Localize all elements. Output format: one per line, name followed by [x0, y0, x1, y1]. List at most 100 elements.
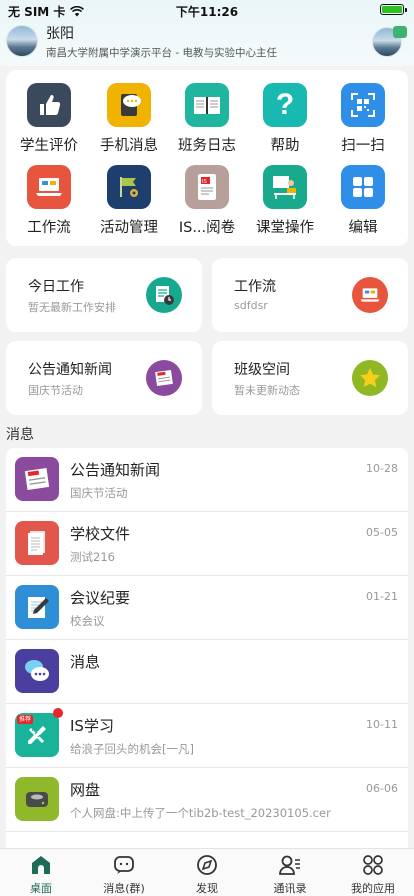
- user-org: 南昌大学附属中学演示平台 - 电教与实验中心主任: [46, 47, 277, 59]
- message-preview: 测试216: [70, 550, 115, 564]
- switch-icon: [393, 26, 407, 38]
- app-is-exam-marking[interactable]: IS IS...阅卷: [168, 165, 246, 245]
- tile-title: 今日工作: [28, 279, 84, 295]
- app-edit[interactable]: 编辑: [324, 165, 402, 245]
- laptop-icon: [27, 165, 71, 209]
- message-date: 06-06: [366, 782, 398, 795]
- message-date: 01-21: [366, 590, 398, 603]
- tab-label: 我的应用: [351, 882, 395, 895]
- message-preview: 给浪子回头的机会[一凡]: [70, 742, 194, 756]
- tile-title: 工作流: [234, 279, 276, 295]
- calendar-clock-icon: [146, 277, 182, 313]
- app-label: 活动管理: [100, 220, 158, 236]
- app-label: 手机消息: [100, 138, 158, 154]
- app-label: 工作流: [27, 220, 71, 236]
- app-label: 编辑: [348, 220, 378, 236]
- tile-workflow[interactable]: 工作流 sdfdsr: [212, 258, 408, 332]
- chat-bubble-icon: [107, 83, 151, 127]
- list-item[interactable]: 公告通知新闻 国庆节活动 10-28: [6, 448, 408, 512]
- list-item[interactable]: 学校文件 测试216 05-05: [6, 512, 408, 576]
- app-label: 扫一扫: [341, 138, 385, 154]
- tile-subtitle: sdfdsr: [234, 299, 268, 312]
- exam-paper-icon: IS: [185, 165, 229, 209]
- question-icon: ?: [263, 83, 307, 127]
- home-icon: [29, 853, 53, 877]
- message-title: 消息: [70, 653, 101, 671]
- tile-class-space[interactable]: 班级空间 暂未更新动态: [212, 341, 408, 415]
- tab-label: 消息(群): [103, 882, 145, 895]
- tab-label: 桌面: [30, 882, 52, 895]
- tile-today-work[interactable]: 今日工作 暂无最新工作安排: [6, 258, 202, 332]
- clock: 下午11:26: [175, 5, 239, 19]
- message-title: 学校文件: [70, 525, 131, 543]
- app-activity-management[interactable]: 活动管理: [90, 165, 168, 245]
- chat-icon: [112, 853, 136, 877]
- svg-text:IS: IS: [202, 179, 207, 185]
- tab-label: 发现: [196, 882, 218, 895]
- news-icon: [146, 360, 182, 396]
- tile-subtitle: 暂无最新工作安排: [28, 301, 116, 314]
- pencil-ruler-icon: 推荐: [15, 713, 59, 757]
- battery-icon: [380, 4, 407, 15]
- app-class-log[interactable]: 班务日志: [168, 83, 246, 163]
- recommend-ribbon: 推荐: [17, 715, 33, 724]
- tile-title: 班级空间: [234, 362, 290, 378]
- teacher-desk-icon: [263, 165, 307, 209]
- tab-messages-group[interactable]: 消息(群): [83, 853, 165, 896]
- messages-section-label: 消息: [6, 427, 34, 443]
- message-preview: 校会议: [70, 614, 105, 628]
- switch-account-avatar[interactable]: [372, 26, 407, 57]
- app-help[interactable]: ? 帮助: [246, 83, 324, 163]
- tab-label: 通讯录: [273, 882, 307, 895]
- status-bar: 无 SIM 卡 下午11:26: [0, 0, 414, 20]
- message-title: 会议纪要: [70, 589, 131, 607]
- laptop-icon: [352, 277, 388, 313]
- message-date: 05-05: [366, 526, 398, 539]
- list-item[interactable]: 会议纪要 校会议 01-21: [6, 576, 408, 640]
- grid-icon: [341, 165, 385, 209]
- flag-gear-icon: [107, 165, 151, 209]
- tab-my-apps[interactable]: 我的应用: [332, 853, 414, 896]
- app-student-evaluation[interactable]: 学生评价: [10, 83, 88, 163]
- list-item[interactable]: 消息: [6, 640, 408, 704]
- tab-bar: 桌面 消息(群) 发现 通讯录 我的应用: [0, 848, 414, 896]
- qr-scan-icon: [341, 83, 385, 127]
- contacts-icon: [278, 853, 302, 877]
- app-workflow[interactable]: 工作流: [10, 165, 88, 245]
- app-label: 班务日志: [178, 138, 236, 154]
- compass-icon: [195, 853, 219, 877]
- list-item[interactable]: 网盘 个人网盘:中上传了一个tib2b-test_20230105.cer 06…: [6, 768, 408, 832]
- tab-discover[interactable]: 发现: [166, 853, 248, 896]
- thumbs-up-icon: [27, 83, 71, 127]
- notepad-pen-icon: [15, 585, 59, 629]
- star-icon: [352, 360, 388, 396]
- user-name: 张阳: [46, 26, 74, 42]
- news-icon: [15, 457, 59, 501]
- app-classroom-operation[interactable]: 课堂操作: [246, 165, 324, 245]
- user-profile[interactable]: 张阳 南昌大学附属中学演示平台 - 电教与实验中心主任: [6, 25, 277, 59]
- apps-icon: [361, 853, 385, 877]
- tile-subtitle: 国庆节活动: [28, 384, 83, 397]
- avatar[interactable]: [6, 25, 38, 57]
- message-date: 10-11: [366, 718, 398, 731]
- list-item[interactable]: 推荐 IS学习 给浪子回头的机会[一凡] 10-11: [6, 704, 408, 768]
- tile-subtitle: 暂未更新动态: [234, 384, 300, 397]
- app-label: IS...阅卷: [178, 220, 236, 236]
- app-grid: 学生评价 手机消息 班务日志 ? 帮助 扫一扫 工作流 活动管理 IS IS..…: [6, 70, 408, 246]
- message-preview: 国庆节活动: [70, 486, 128, 500]
- app-mobile-message[interactable]: 手机消息: [90, 83, 168, 163]
- message-list: 公告通知新闻 国庆节活动 10-28 学校文件 测试216 05-05 会议纪要…: [6, 448, 408, 848]
- document-icon: [15, 521, 59, 565]
- tile-title: 公告通知新闻: [28, 362, 112, 378]
- message-title: 网盘: [70, 781, 101, 799]
- tab-desktop[interactable]: 桌面: [0, 853, 82, 896]
- app-label: 学生评价: [20, 138, 78, 154]
- unread-badge: [53, 708, 63, 718]
- tab-contacts[interactable]: 通讯录: [249, 853, 331, 896]
- message-preview: 个人网盘:中上传了一个tib2b-test_20230105.cer: [70, 806, 331, 820]
- open-book-icon: [185, 83, 229, 127]
- message-title: IS学习: [70, 717, 114, 735]
- tile-announcements[interactable]: 公告通知新闻 国庆节活动: [6, 341, 202, 415]
- app-label: 帮助: [270, 138, 300, 154]
- app-scan[interactable]: 扫一扫: [324, 83, 402, 163]
